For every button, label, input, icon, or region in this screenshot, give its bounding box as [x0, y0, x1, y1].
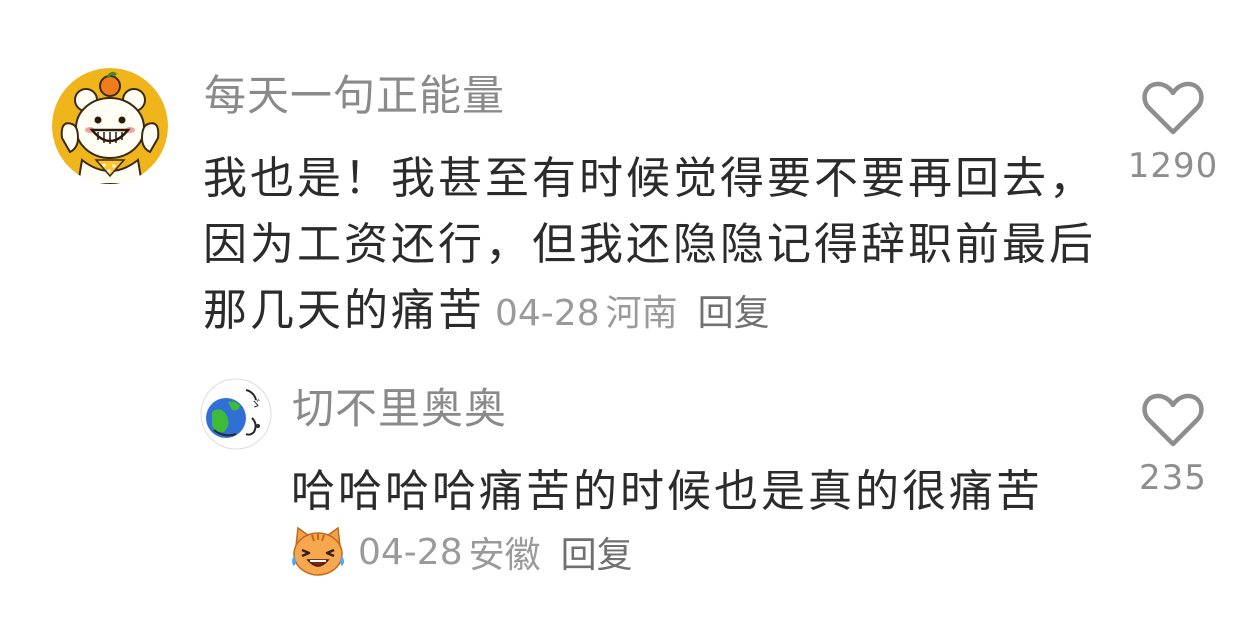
like-button[interactable]: 1290 — [1118, 80, 1228, 186]
comment-thread: 每天一句正能量 我也是！我甚至有时候觉得要不要再回去，因为工资还行，但我还隐隐记… — [0, 0, 1260, 620]
comment-username[interactable]: 每天一句正能量 — [204, 70, 505, 122]
reply-username[interactable]: 切不里奥奥 — [292, 383, 507, 435]
user-avatar[interactable] — [52, 68, 168, 184]
reply-user-avatar[interactable]: ゞ — [200, 378, 272, 450]
heart-outline-icon — [1142, 81, 1204, 135]
comment-date: 04-28 — [495, 293, 600, 334]
comment-meta: 04-28 河南 回复 — [485, 293, 770, 334]
reply-button[interactable]: 回复 — [561, 526, 633, 578]
comment-body: 我也是！我甚至有时候觉得要不要再回去，因为工资还行，但我还隐隐记得辞职前最后那几… — [203, 146, 1103, 347]
reply-button[interactable]: 回复 — [698, 293, 770, 334]
crying-laughing-cat-emoji-icon — [292, 526, 344, 576]
svg-text:ゞ: ゞ — [250, 397, 262, 411]
reply-like-count: 235 — [1139, 458, 1207, 498]
heart-outline-icon — [1142, 393, 1204, 447]
reply-meta: 04-28 安徽 回复 — [290, 522, 633, 582]
reply-text: 哈哈哈哈痛苦的时候也是真的很痛苦 — [291, 466, 1043, 517]
globe-sketch-avatar-icon: ゞ — [200, 378, 272, 450]
comment-region: 河南 — [605, 293, 678, 334]
bear-avatar-icon — [52, 68, 168, 184]
like-count: 1290 — [1127, 146, 1219, 186]
reply-date: 04-28 — [358, 531, 463, 573]
reply-region: 安徽 — [468, 535, 541, 576]
reply-like-button[interactable]: 235 — [1118, 392, 1228, 498]
